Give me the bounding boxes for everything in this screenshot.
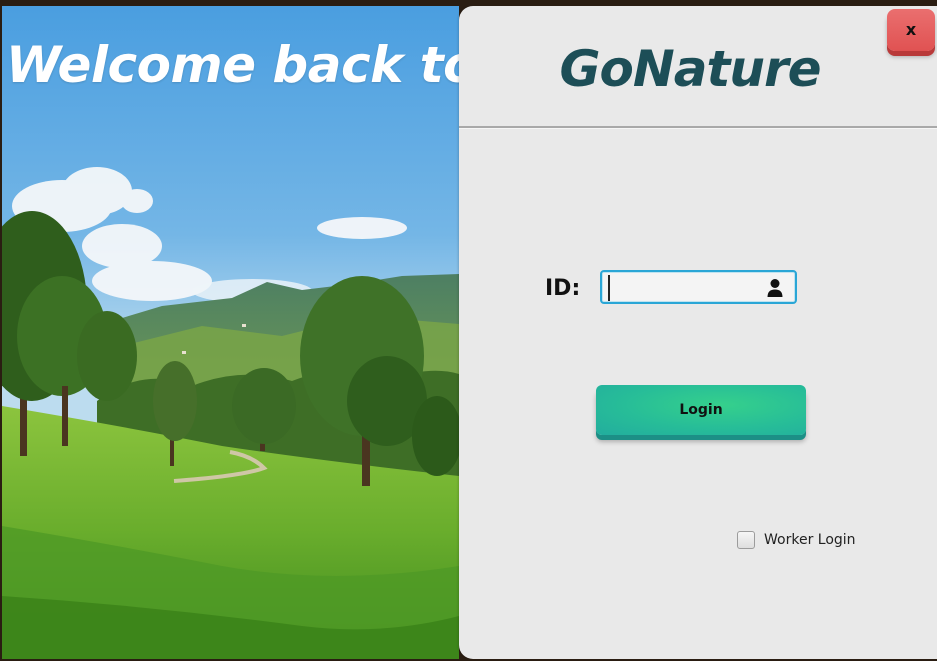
close-button[interactable]: x — [887, 9, 935, 51]
login-button[interactable]: Login — [596, 385, 806, 435]
user-icon — [767, 279, 783, 297]
worker-login-checkbox[interactable] — [737, 531, 755, 549]
login-panel: GoNature x ID: Login Worker Login — [459, 6, 937, 659]
worker-login-option[interactable]: Worker Login — [737, 529, 856, 551]
landscape-image — [2, 6, 459, 659]
hero-image-pane: Welcome back to — [2, 6, 459, 659]
header-divider — [459, 126, 937, 128]
login-window: Welcome back to GoNature x ID: Login Wor… — [2, 6, 937, 659]
id-label: ID: — [545, 276, 581, 301]
id-field[interactable] — [600, 270, 797, 304]
brand-title: GoNature — [559, 40, 821, 98]
worker-login-label: Worker Login — [764, 532, 856, 548]
id-input[interactable] — [608, 275, 764, 301]
welcome-heading: Welcome back to — [6, 36, 459, 94]
